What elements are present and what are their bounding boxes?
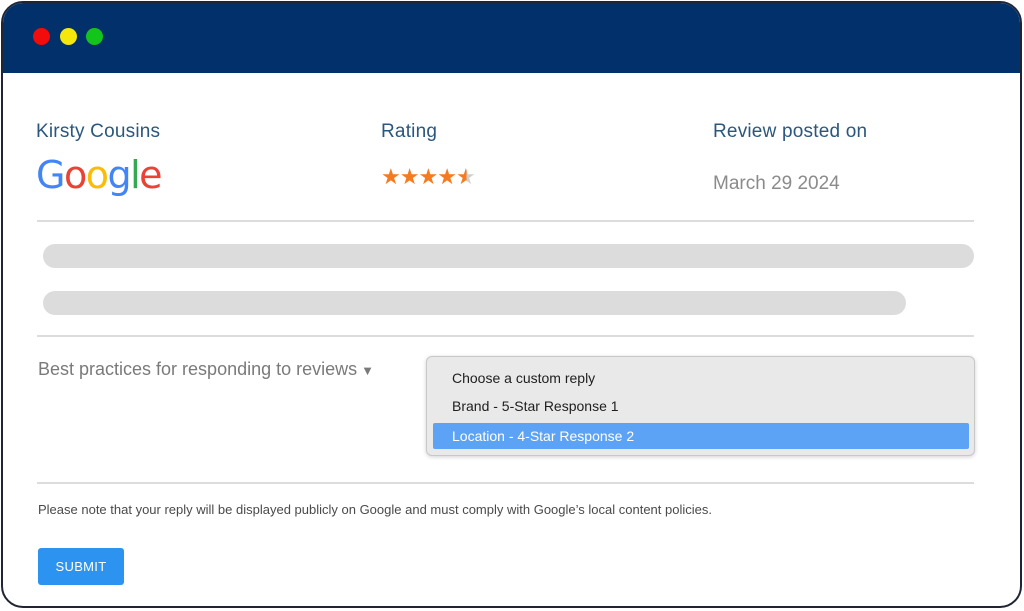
policy-note: Please note that your reply will be disp… <box>38 502 712 517</box>
submit-button[interactable]: SUBMIT <box>38 548 124 585</box>
divider <box>37 335 974 337</box>
best-practices-label: Best practices for responding to reviews <box>38 359 358 379</box>
window-titlebar <box>3 3 1020 73</box>
minimize-window-button[interactable] <box>60 28 77 45</box>
star-icon: ★ <box>418 164 438 189</box>
divider <box>37 482 974 484</box>
dropdown-option-selected[interactable]: Location - 4-Star Response 2 <box>433 423 969 449</box>
dropdown-option[interactable]: Brand - 5-Star Response 1 <box>433 393 969 419</box>
dropdown-option[interactable]: Choose a custom reply <box>433 365 969 391</box>
review-text-placeholder <box>43 244 974 268</box>
posted-on-label: Review posted on <box>713 121 868 142</box>
maximize-window-button[interactable] <box>86 28 103 45</box>
browser-window: Kirsty Cousins Google Rating ★★★★★ Revie… <box>1 1 1022 608</box>
best-practices-toggle[interactable]: Best practices for responding to reviews… <box>38 359 374 380</box>
google-logo: Google <box>36 153 163 197</box>
rating-label: Rating <box>381 121 438 142</box>
star-icon: ★ <box>399 164 420 189</box>
half-star-icon: ★ <box>455 164 476 189</box>
reviewer-name: Kirsty Cousins <box>36 121 161 142</box>
posted-date: March 29 2024 <box>713 173 840 194</box>
star-icon: ★ <box>437 164 457 189</box>
triangle-down-icon: ▼ <box>361 363 375 378</box>
star-icon: ★ <box>381 164 401 189</box>
review-text-placeholder <box>43 291 906 315</box>
star-rating: ★★★★★ <box>381 164 476 189</box>
custom-reply-dropdown[interactable]: Choose a custom reply Brand - 5-Star Res… <box>426 356 975 456</box>
close-window-button[interactable] <box>33 28 50 45</box>
divider <box>37 220 974 222</box>
